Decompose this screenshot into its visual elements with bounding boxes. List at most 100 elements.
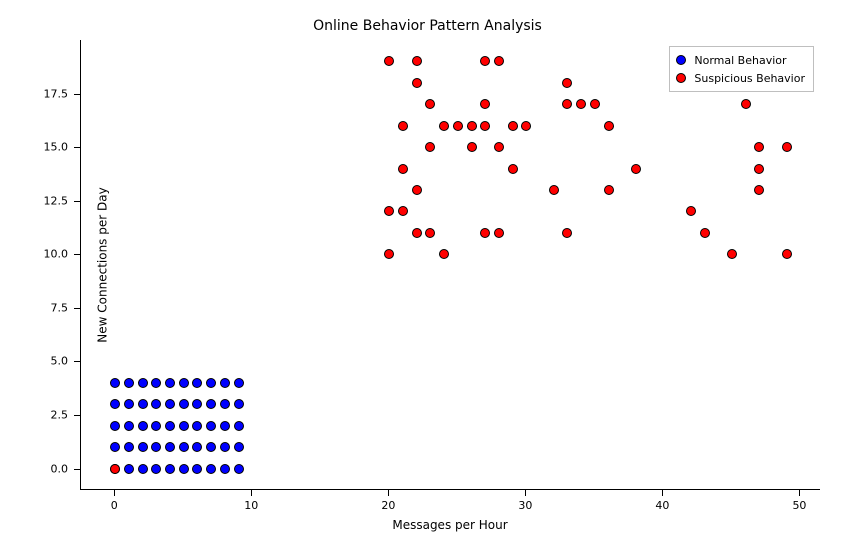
data-point xyxy=(480,228,490,238)
data-point xyxy=(220,442,230,452)
data-point xyxy=(234,421,244,431)
data-point xyxy=(220,378,230,388)
data-point xyxy=(138,442,148,452)
data-point xyxy=(179,421,189,431)
data-point xyxy=(508,164,518,174)
x-tick xyxy=(251,490,252,496)
data-point xyxy=(206,399,216,409)
x-tick xyxy=(525,490,526,496)
data-point xyxy=(782,142,792,152)
data-point xyxy=(562,228,572,238)
data-point xyxy=(494,142,504,152)
data-point xyxy=(234,399,244,409)
data-point xyxy=(206,378,216,388)
data-point xyxy=(138,399,148,409)
x-tick-label: 30 xyxy=(518,499,532,512)
data-point xyxy=(782,249,792,259)
data-point xyxy=(398,206,408,216)
data-point xyxy=(480,121,490,131)
data-point xyxy=(604,121,614,131)
data-point xyxy=(590,99,600,109)
data-point xyxy=(754,142,764,152)
data-point xyxy=(165,442,175,452)
data-point xyxy=(110,399,120,409)
data-point xyxy=(124,442,134,452)
y-tick xyxy=(74,94,80,95)
y-tick-label: 0.0 xyxy=(51,462,69,475)
data-point xyxy=(439,121,449,131)
data-point xyxy=(480,99,490,109)
data-point xyxy=(412,228,422,238)
data-point xyxy=(165,378,175,388)
data-point xyxy=(138,421,148,431)
data-point xyxy=(151,464,161,474)
data-point xyxy=(179,378,189,388)
x-tick-label: 0 xyxy=(111,499,118,512)
data-point xyxy=(439,249,449,259)
data-point xyxy=(151,421,161,431)
data-point xyxy=(110,421,120,431)
data-point xyxy=(741,99,751,109)
data-point xyxy=(151,378,161,388)
y-tick xyxy=(74,361,80,362)
plot-area xyxy=(80,40,820,490)
y-axis-label: New Connections per Day xyxy=(96,187,110,342)
data-point xyxy=(521,121,531,131)
data-point xyxy=(124,399,134,409)
data-point xyxy=(206,464,216,474)
chart-figure: Online Behavior Pattern Analysis Message… xyxy=(0,0,855,547)
data-point xyxy=(562,99,572,109)
x-tick xyxy=(388,490,389,496)
data-point xyxy=(494,228,504,238)
data-point xyxy=(206,442,216,452)
data-point xyxy=(686,206,696,216)
data-point xyxy=(384,56,394,66)
x-tick-label: 10 xyxy=(244,499,258,512)
data-point xyxy=(220,399,230,409)
data-point xyxy=(453,121,463,131)
data-point xyxy=(384,249,394,259)
data-point xyxy=(110,378,120,388)
data-point xyxy=(192,442,202,452)
x-tick-label: 50 xyxy=(792,499,806,512)
data-point xyxy=(220,464,230,474)
chart-title: Online Behavior Pattern Analysis xyxy=(0,18,855,34)
legend-entry-normal: Normal Behavior xyxy=(676,51,805,69)
data-point xyxy=(192,421,202,431)
data-point xyxy=(165,399,175,409)
y-tick xyxy=(74,415,80,416)
y-tick xyxy=(74,469,80,470)
data-point xyxy=(398,121,408,131)
data-point xyxy=(165,464,175,474)
x-tick xyxy=(114,490,115,496)
y-tick-label: 10.0 xyxy=(44,248,69,261)
x-axis-label: Messages per Hour xyxy=(80,518,820,532)
legend-marker-normal xyxy=(676,55,686,65)
x-tick-label: 40 xyxy=(655,499,669,512)
x-tick-label: 20 xyxy=(381,499,395,512)
data-point xyxy=(412,78,422,88)
data-point xyxy=(165,421,175,431)
x-tick xyxy=(662,490,663,496)
data-point xyxy=(398,164,408,174)
data-point xyxy=(110,464,120,474)
data-point xyxy=(138,464,148,474)
y-tick xyxy=(74,147,80,148)
y-tick-label: 15.0 xyxy=(44,141,69,154)
legend: Normal Behavior Suspicious Behavior xyxy=(669,46,814,92)
legend-label-suspicious: Suspicious Behavior xyxy=(694,72,805,85)
y-tick-label: 12.5 xyxy=(44,194,69,207)
data-point xyxy=(151,442,161,452)
data-point xyxy=(562,78,572,88)
y-tick-label: 7.5 xyxy=(51,301,69,314)
data-point xyxy=(425,228,435,238)
data-point xyxy=(151,399,161,409)
y-tick-label: 5.0 xyxy=(51,355,69,368)
data-point xyxy=(467,142,477,152)
data-point xyxy=(124,378,134,388)
data-point xyxy=(754,185,764,195)
y-tick xyxy=(74,254,80,255)
legend-marker-suspicious xyxy=(676,73,686,83)
legend-label-normal: Normal Behavior xyxy=(694,54,786,67)
data-point xyxy=(179,442,189,452)
